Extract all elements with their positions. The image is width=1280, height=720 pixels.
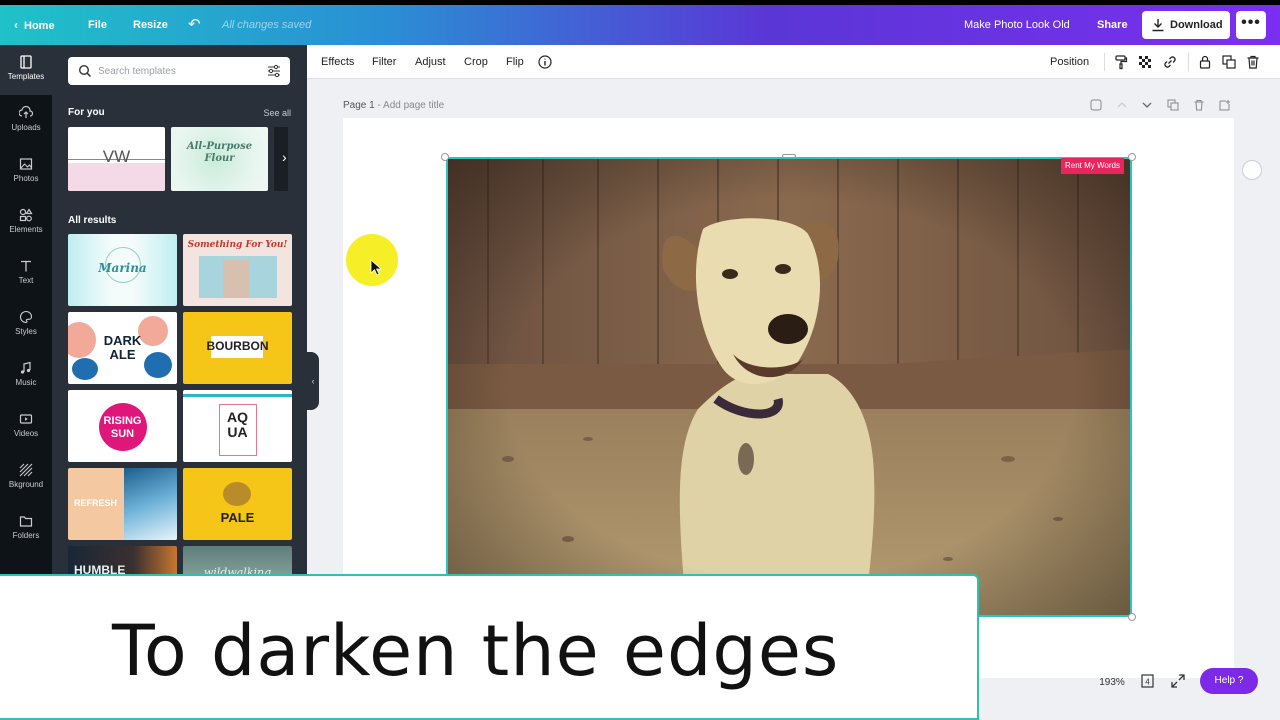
rail-templates[interactable]: Templates [0,45,52,95]
chevron-right-icon[interactable]: › [282,149,287,165]
resize-menu[interactable]: Resize [133,5,168,45]
edit-toolbar: Effects Filter Adjust Crop Flip Position [307,45,1280,79]
rail-uploads[interactable]: Uploads [0,96,52,146]
design-title[interactable]: Make Photo Look Old [964,5,1070,45]
for-you-heading: For you [68,107,105,118]
all-results-heading: All results [68,215,117,226]
flip-button[interactable]: Flip [506,45,524,79]
effects-button[interactable]: Effects [321,45,354,79]
filter-button[interactable]: Filter [372,45,396,79]
collapse-panel-button[interactable]: ‹ [307,352,319,410]
duplicate-icon[interactable] [1221,54,1237,70]
download-icon [1152,19,1164,32]
rail-background[interactable]: Bkground [0,453,52,503]
template-thumb[interactable]: All-Purpose Flour [171,127,268,191]
photo-icon [19,158,33,170]
info-icon[interactable] [537,54,553,70]
undo-icon[interactable]: ↶ [188,5,201,45]
caption-overlay: To darken the edges [0,574,979,720]
add-page-icon[interactable] [1219,99,1231,111]
template-thumb[interactable]: DARK ALE [68,312,177,384]
chevron-left-icon: ‹ [14,18,18,32]
resize-handle-tr[interactable] [1128,153,1136,161]
adjust-button[interactable]: Adjust [415,45,446,79]
mouse-cursor-icon [370,259,382,276]
home-button[interactable]: ‹ Home [14,5,55,45]
palette-icon [20,310,33,324]
template-thumb[interactable]: PALE [183,468,292,540]
resize-handle-br[interactable] [1128,613,1136,621]
folder-icon [19,516,33,527]
rail-folders[interactable]: Folders [0,504,52,554]
top-bar: ‹ Home File Resize ↶ All changes saved Ma… [0,5,1280,45]
rail-videos[interactable]: Videos [0,402,52,452]
music-icon [20,361,31,374]
dog-photo[interactable] [446,157,1132,617]
svg-text:4: 4 [1145,678,1150,687]
template-thumb[interactable]: REFRESH [68,468,177,540]
template-thumb[interactable]: AQ UA [183,390,292,462]
save-status: All changes saved [222,19,312,31]
template-search[interactable] [68,57,290,85]
template-thumb[interactable]: Marina [68,234,177,306]
paint-roller-icon[interactable] [1113,54,1129,70]
template-thumb[interactable]: RISING SUN [68,390,177,462]
video-icon [19,414,33,424]
elements-icon [19,208,33,222]
search-input[interactable] [98,62,258,80]
template-thumb[interactable]: HUMBLE [68,546,177,575]
see-all-link[interactable]: See all [263,108,291,118]
background-icon [19,463,33,477]
rail-music[interactable]: Music [0,351,52,401]
text-icon [21,260,31,272]
rail-text[interactable]: Text [0,249,52,299]
link-icon[interactable] [1162,54,1178,70]
canva-editor: ‹ Home File Resize ↶ All changes saved Ma… [0,5,1280,720]
template-thumb[interactable]: BOURBON [183,312,292,384]
delete-page-icon[interactable] [1193,99,1205,111]
filter-sliders-icon[interactable] [267,64,281,78]
resize-handle-tl[interactable] [441,153,449,161]
position-button[interactable]: Position [1050,45,1089,79]
template-thumb[interactable]: wildwalking [183,546,292,575]
toolbar-divider [1104,53,1105,71]
trash-icon[interactable] [1245,54,1261,70]
crop-button[interactable]: Crop [464,45,488,79]
templates-panel: For you See all VW All-Purpose Flour › A… [52,45,307,575]
template-thumb[interactable]: Something For You! [183,234,292,306]
download-button[interactable]: Download [1142,11,1230,39]
chevron-down-icon[interactable] [1141,99,1153,111]
share-button[interactable]: Share [1097,5,1128,45]
chevron-up-icon[interactable] [1116,99,1128,111]
rail-styles[interactable]: Styles [0,300,52,350]
rail-photos[interactable]: Photos [0,147,52,197]
upload-icon [19,106,33,118]
zoom-level[interactable]: 193% [1094,671,1130,695]
toolbar-divider [1188,53,1189,71]
caption-text: To darken the edges [112,610,840,692]
comment-refresh-icon[interactable] [1242,160,1262,180]
file-menu[interactable]: File [88,5,107,45]
transparency-icon[interactable] [1137,54,1153,70]
rail-elements[interactable]: Elements [0,198,52,248]
template-thumb[interactable]: VW [68,127,165,191]
notes-icon[interactable] [1090,99,1102,111]
lock-icon[interactable] [1197,54,1213,70]
fullscreen-icon[interactable] [1170,673,1186,689]
search-icon [78,64,92,78]
credit-tag: Rent My Words [1061,158,1124,174]
help-button[interactable]: Help ? [1200,668,1258,694]
templates-icon [20,55,32,69]
copy-page-icon[interactable] [1167,99,1179,111]
more-options-button[interactable]: ••• [1236,11,1266,39]
sepia-dog-image [448,159,1130,615]
page-label[interactable]: Page 1 - Add page title [343,100,444,111]
resize-handle-top[interactable] [782,154,796,158]
page-count-icon[interactable]: 4 [1140,673,1156,689]
